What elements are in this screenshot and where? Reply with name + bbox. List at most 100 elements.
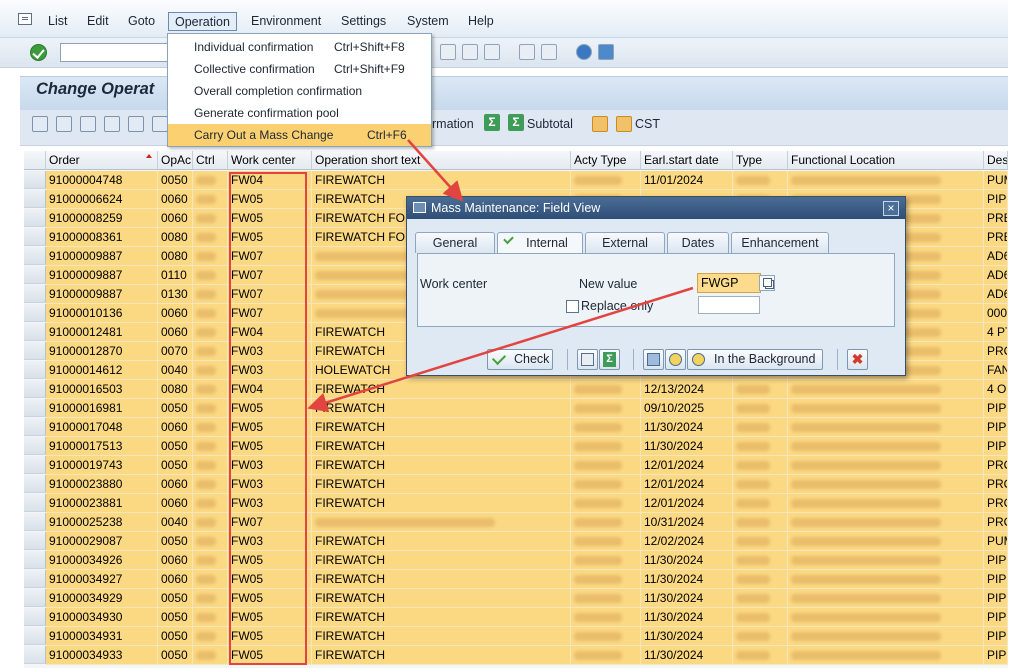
row-selector[interactable] <box>24 437 46 455</box>
column-header-acty-type[interactable]: Acty Type <box>571 151 641 170</box>
menu-item-generate-pool[interactable]: Generate confirmation pool <box>168 102 431 124</box>
column-header-description[interactable]: Des <box>984 151 1008 170</box>
help-icon[interactable] <box>576 44 592 60</box>
cancel-icon[interactable]: ✖ <box>847 349 868 370</box>
command-field[interactable] <box>60 43 170 62</box>
row-selector[interactable] <box>24 627 46 645</box>
row-selector[interactable] <box>24 608 46 626</box>
row-selector[interactable] <box>24 285 46 303</box>
schedule-icon[interactable] <box>665 349 686 370</box>
refresh-icon[interactable] <box>80 116 96 132</box>
column-header-functional-location[interactable]: Functional Location <box>788 151 984 170</box>
table-cell-ctrl <box>193 456 228 475</box>
row-selector[interactable] <box>24 266 46 284</box>
menu-item-collective-confirmation[interactable]: Collective confirmation Ctrl+Shift+F9 <box>168 58 431 80</box>
menu-list[interactable]: List <box>46 12 69 31</box>
row-selector[interactable] <box>24 456 46 474</box>
next-page-icon[interactable] <box>484 44 500 60</box>
enter-check-icon[interactable] <box>30 44 47 61</box>
row-selector[interactable] <box>24 513 46 531</box>
row-selector[interactable] <box>24 342 46 360</box>
menu-goto[interactable]: Goto <box>126 12 157 31</box>
filter-icon[interactable] <box>152 116 168 132</box>
table-cell-order: 91000029087 <box>46 532 158 551</box>
column-header-start-date[interactable]: Earl.start date <box>641 151 733 170</box>
sum-icon[interactable]: Σ <box>599 349 620 370</box>
sort-descending-icon[interactable] <box>128 116 144 132</box>
in-the-background-button[interactable]: In the Background <box>687 349 823 370</box>
row-selector[interactable] <box>24 532 46 550</box>
row-selector[interactable] <box>24 247 46 265</box>
total-icon[interactable]: Σ <box>484 114 500 131</box>
subtotal-button[interactable]: Subtotal <box>527 116 573 132</box>
tab-internal[interactable]: Internal <box>497 232 583 254</box>
check-button[interactable]: Check <box>487 349 553 370</box>
row-selector[interactable] <box>24 380 46 398</box>
layout-menu-icon[interactable] <box>598 44 614 60</box>
menu-item-mass-change[interactable]: Carry Out a Mass Change Ctrl+F6 <box>168 124 431 146</box>
column-header-opac[interactable]: OpAc <box>158 151 193 170</box>
row-selector[interactable] <box>24 475 46 493</box>
replace-only-field[interactable] <box>698 296 760 314</box>
table-cell-acty <box>571 608 641 627</box>
row-selector[interactable] <box>24 646 46 664</box>
export-icon[interactable] <box>592 116 608 132</box>
subtotal-icon[interactable]: Σ <box>508 114 524 131</box>
value-help-icon[interactable] <box>759 275 775 291</box>
column-header-ctrl[interactable]: Ctrl <box>193 151 228 170</box>
row-selector[interactable] <box>24 589 46 607</box>
table-cell-opac: 0060 <box>158 323 193 342</box>
row-selector[interactable] <box>24 361 46 379</box>
row-selector[interactable] <box>24 171 46 189</box>
table-cell-order: 91000009887 <box>46 285 158 304</box>
check-icon <box>491 350 507 366</box>
execute-icon[interactable] <box>643 349 664 370</box>
details-icon[interactable] <box>32 116 48 132</box>
menu-system[interactable]: System <box>405 12 451 31</box>
row-selector[interactable] <box>24 494 46 512</box>
menu-help[interactable]: Help <box>466 12 496 31</box>
menu-environment[interactable]: Environment <box>249 12 323 31</box>
table-cell-opac: 0050 <box>158 589 193 608</box>
first-page-icon[interactable] <box>440 44 456 60</box>
row-selector[interactable] <box>24 209 46 227</box>
tab-enhancement[interactable]: Enhancement <box>731 232 829 253</box>
menu-item-individual-confirmation[interactable]: Individual confirmation Ctrl+Shift+F8 <box>168 36 431 58</box>
redacted-value <box>736 404 770 414</box>
row-selector[interactable] <box>24 190 46 208</box>
confirmation-button-label[interactable]: rmation <box>432 116 474 132</box>
sort-ascending-icon[interactable] <box>104 116 120 132</box>
redacted-value <box>791 480 941 490</box>
column-header-order[interactable]: Order <box>46 151 158 170</box>
row-selector[interactable] <box>24 551 46 569</box>
new-value-input[interactable]: FWGP <box>697 273 761 293</box>
new-session-icon[interactable] <box>519 44 535 60</box>
display-icon[interactable] <box>56 116 72 132</box>
shortcut-icon[interactable] <box>541 44 557 60</box>
previous-page-icon[interactable] <box>462 44 478 60</box>
menu-edit[interactable]: Edit <box>85 12 111 31</box>
tab-general[interactable]: General <box>415 232 495 253</box>
menu-item-overall-completion[interactable]: Overall completion confirmation <box>168 80 431 102</box>
column-header-type[interactable]: Type <box>733 151 788 170</box>
tab-external[interactable]: External <box>585 232 665 253</box>
close-icon[interactable]: × <box>883 201 899 216</box>
row-selector[interactable] <box>24 323 46 341</box>
row-selector[interactable] <box>24 570 46 588</box>
row-selector[interactable] <box>24 418 46 436</box>
table-cell-wc: FW05 <box>228 627 312 646</box>
replace-only-checkbox[interactable] <box>566 300 579 313</box>
menu-operation[interactable]: Operation <box>168 12 237 31</box>
system-menu-icon[interactable] <box>18 13 32 25</box>
menu-settings[interactable]: Settings <box>339 12 388 31</box>
column-header-operation-text[interactable]: Operation short text <box>312 151 571 170</box>
cst-icon[interactable] <box>616 116 632 132</box>
row-selector[interactable] <box>24 228 46 246</box>
select-all-icon[interactable] <box>24 151 46 170</box>
column-header-work-center[interactable]: Work center <box>228 151 312 170</box>
row-selector[interactable] <box>24 304 46 322</box>
row-selector[interactable] <box>24 399 46 417</box>
tab-dates[interactable]: Dates <box>667 232 729 253</box>
calculator-icon[interactable] <box>577 349 598 370</box>
cst-button[interactable]: CST <box>635 116 660 132</box>
